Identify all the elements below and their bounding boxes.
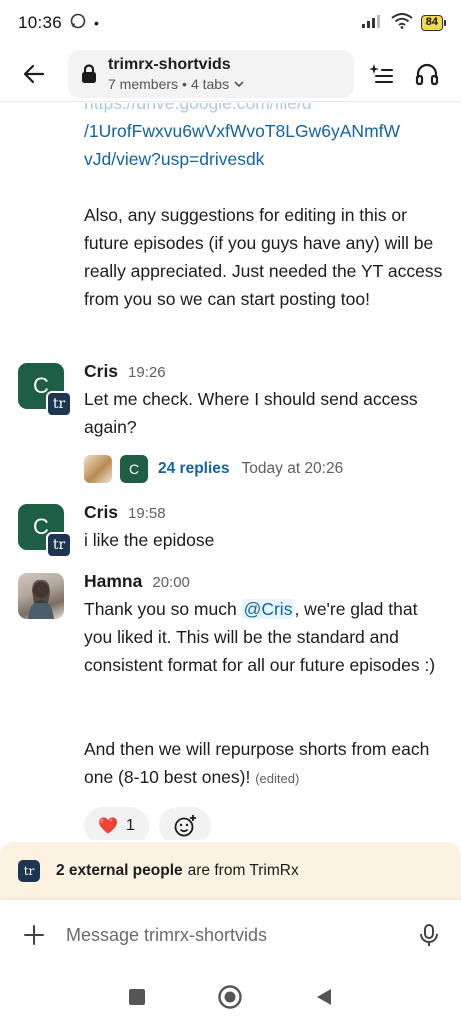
org-badge: tr <box>18 860 40 882</box>
channel-header: trimrx-shortvids 7 members • 4 tabs <box>0 46 461 102</box>
whatsapp-notification-icon <box>70 13 86 34</box>
thread-summary[interactable]: C 24 replies Today at 20:26 <box>84 455 343 483</box>
microphone-icon <box>420 924 438 946</box>
timestamp: 20:00 <box>152 574 190 591</box>
last-reply-time: Today at 20:26 <box>241 460 344 477</box>
member-count: 7 members <box>108 75 179 92</box>
message-list[interactable]: https://drive.google.com/file/d /1UrofFw… <box>0 103 461 840</box>
reply-count[interactable]: 24 replies <box>158 460 230 478</box>
tab-count: 4 tabs <box>190 75 230 92</box>
org-badge: tr <box>46 391 72 417</box>
chevron-down-icon <box>234 80 244 87</box>
add-reaction-button[interactable] <box>158 807 211 840</box>
wifi-icon <box>391 12 413 34</box>
reply-avatar: C <box>120 455 148 483</box>
channel-info-button[interactable]: trimrx-shortvids 7 members • 4 tabs <box>68 49 354 98</box>
home-button[interactable] <box>212 979 248 1015</box>
battery-indicator: 84 <box>420 15 447 31</box>
back-button[interactable] <box>14 54 54 94</box>
reaction-heart[interactable]: ❤️ 1 <box>84 807 149 840</box>
message-input[interactable] <box>66 924 413 946</box>
edited-label: (edited) <box>255 771 300 786</box>
avatar[interactable]: C tr <box>18 363 72 417</box>
message-text: i like the epidose <box>84 530 215 550</box>
sparkle-list-icon <box>369 63 393 83</box>
recents-button[interactable] <box>119 979 155 1015</box>
channel-meta: 7 members • 4 tabs <box>108 76 245 92</box>
channel-name: trimrx-shortvids <box>108 55 231 73</box>
notification-dot-icon: • <box>94 15 99 31</box>
ai-summary-button[interactable] <box>367 60 395 88</box>
link-fragment-top: https://drive.google.com/file/d <box>84 103 312 113</box>
author-name[interactable]: Cris <box>84 361 118 382</box>
avatar[interactable] <box>18 573 64 619</box>
circle-icon <box>218 985 243 1009</box>
message-paragraph: Also, any suggestions for editing in thi… <box>84 205 443 309</box>
external-count: 2 external people <box>56 862 183 879</box>
reaction-count: 1 <box>125 817 135 834</box>
back-nav-button[interactable] <box>306 979 342 1015</box>
voice-message-button[interactable] <box>413 919 445 951</box>
author-name[interactable]: Cris <box>84 502 118 523</box>
message-composer <box>0 900 461 970</box>
timestamp: 19:26 <box>128 364 166 381</box>
drive-link-line1[interactable]: /1UrofFwxvu6wVxfWvoT8LGw6yANmfW <box>84 117 444 145</box>
lock-icon <box>80 63 98 84</box>
square-icon <box>128 989 145 1005</box>
org-badge: tr <box>46 532 72 558</box>
status-bar: 10:36 • 84 <box>0 0 461 46</box>
huddle-button[interactable] <box>413 60 441 88</box>
person-photo-icon <box>28 579 54 619</box>
plus-icon <box>24 925 44 945</box>
external-people-banner[interactable]: tr 2 external people are from TrimRx <box>0 842 461 900</box>
external-org-text: are from TrimRx <box>187 862 299 879</box>
message-text-second: And then we will repurpose shorts from e… <box>84 739 430 787</box>
message-text: Let me check. Where I should send access… <box>84 389 418 437</box>
heart-emoji-icon: ❤️ <box>98 818 118 835</box>
status-time: 10:36 <box>18 13 63 32</box>
triangle-back-icon <box>317 989 332 1005</box>
drive-link-line2[interactable]: vJd/view?usp=drivesdk <box>84 145 444 173</box>
timestamp: 19:58 <box>128 505 166 522</box>
reaction-bar: ❤️ 1 <box>84 807 211 840</box>
add-emoji-icon <box>174 815 196 837</box>
attach-button[interactable] <box>16 917 52 953</box>
signal-icon <box>361 13 383 34</box>
reply-avatar <box>84 455 112 483</box>
system-nav-bar <box>0 970 461 1024</box>
message-text: Thank you so much @Cris, we're glad that… <box>84 599 436 675</box>
back-arrow-icon <box>23 64 45 83</box>
avatar[interactable]: C tr <box>18 504 72 558</box>
message-continuation: https://drive.google.com/file/d /1UrofFw… <box>84 103 444 313</box>
headphones-icon <box>415 63 439 85</box>
author-name[interactable]: Hamna <box>84 571 142 592</box>
user-mention[interactable]: @Cris <box>241 599 295 619</box>
